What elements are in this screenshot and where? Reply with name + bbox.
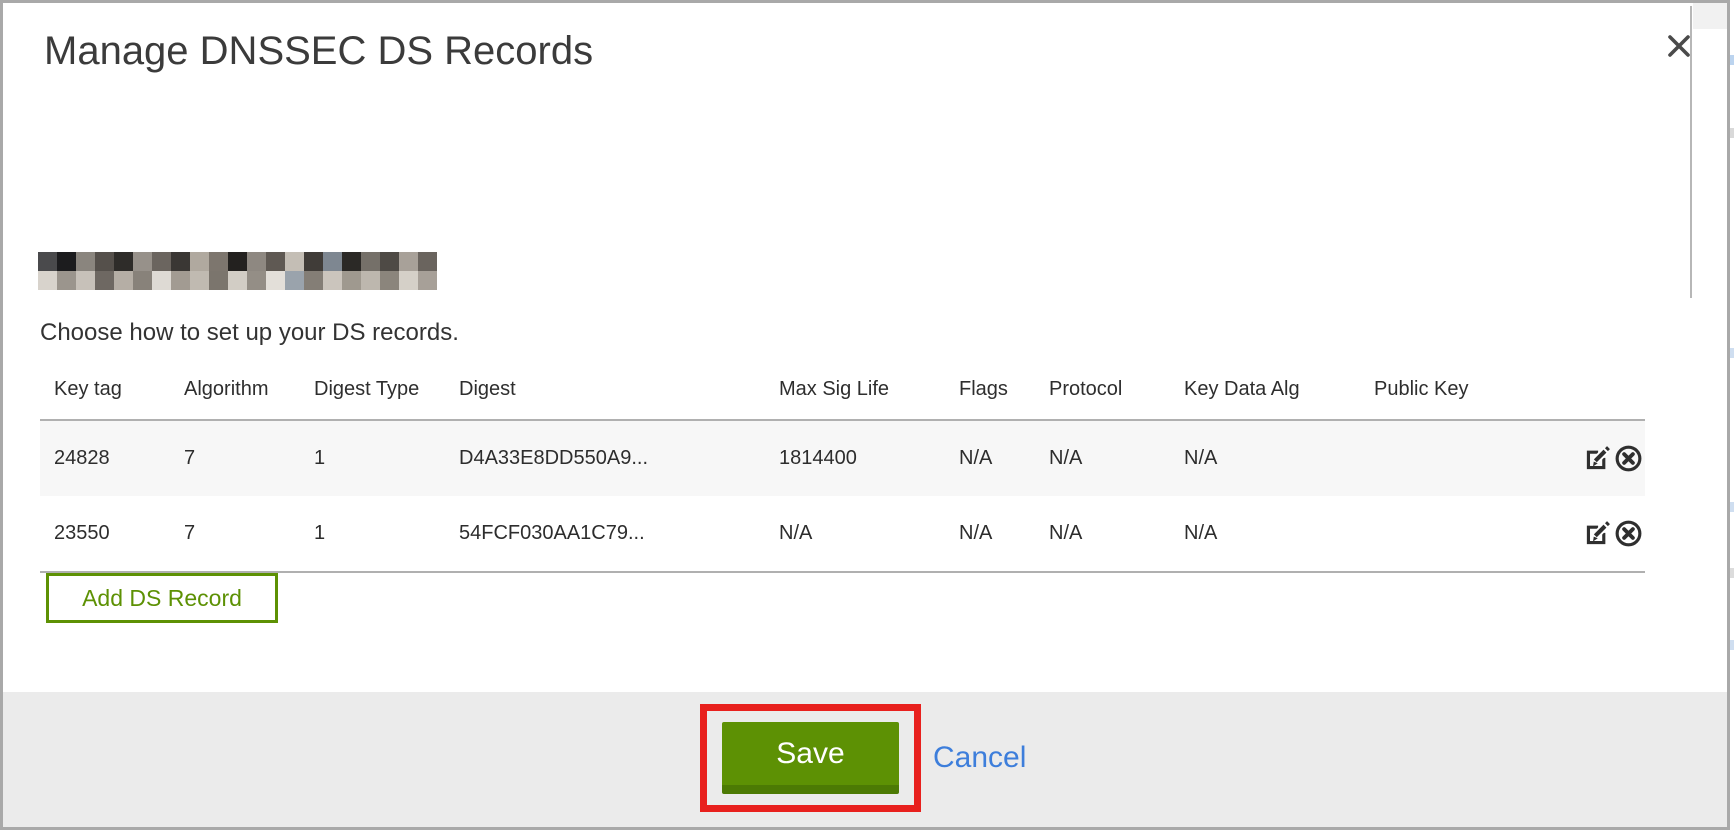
cell-key-tag: 23550 bbox=[40, 496, 170, 572]
table-row: 24828 7 1 D4A33E8DD550A9... 1814400 N/A … bbox=[40, 420, 1645, 496]
scrollbar-tick bbox=[1730, 568, 1734, 578]
background-scrollbar-cap bbox=[1693, 3, 1727, 29]
cell-protocol: N/A bbox=[1035, 496, 1170, 572]
col-header-flags: Flags bbox=[945, 372, 1035, 420]
cell-public-key bbox=[1360, 496, 1567, 572]
instruction-text: Choose how to set up your DS records. bbox=[40, 319, 459, 347]
cell-protocol: N/A bbox=[1035, 420, 1170, 496]
col-header-protocol: Protocol bbox=[1035, 372, 1170, 420]
cancel-link[interactable]: Cancel bbox=[933, 741, 1026, 775]
cell-public-key bbox=[1360, 420, 1567, 496]
cell-flags: N/A bbox=[945, 420, 1035, 496]
redacted-domain-name bbox=[38, 252, 437, 290]
dialog-footer: Save Cancel bbox=[3, 692, 1727, 827]
background-scrollbar-edge bbox=[1690, 6, 1692, 298]
cell-key-data-alg: N/A bbox=[1170, 496, 1360, 572]
delete-icon[interactable] bbox=[1614, 519, 1643, 548]
dnssec-dialog: Manage DNSSEC DS Records Choose how to s… bbox=[0, 0, 1730, 830]
cell-digest: D4A33E8DD550A9... bbox=[445, 420, 765, 496]
scrollbar-tick bbox=[1730, 502, 1734, 512]
col-header-max-sig-life: Max Sig Life bbox=[765, 372, 945, 420]
col-header-public-key: Public Key bbox=[1360, 372, 1567, 420]
scrollbar-tick bbox=[1730, 348, 1734, 358]
annotation-highlight-box: Save bbox=[700, 704, 921, 812]
add-ds-record-button[interactable]: Add DS Record bbox=[46, 573, 278, 623]
cell-key-tag: 24828 bbox=[40, 420, 170, 496]
edit-icon[interactable] bbox=[1583, 444, 1612, 473]
cell-digest: 54FCF030AA1C79... bbox=[445, 496, 765, 572]
col-header-digest: Digest bbox=[445, 372, 765, 420]
col-header-key-tag: Key tag bbox=[40, 372, 170, 420]
ds-records-table: Key tag Algorithm Digest Type Digest Max… bbox=[40, 372, 1645, 573]
cell-digest-type: 1 bbox=[300, 420, 445, 496]
cell-max-sig-life: N/A bbox=[765, 496, 945, 572]
cell-digest-type: 1 bbox=[300, 496, 445, 572]
cell-max-sig-life: 1814400 bbox=[765, 420, 945, 496]
table-row: 23550 7 1 54FCF030AA1C79... N/A N/A N/A … bbox=[40, 496, 1645, 572]
delete-icon[interactable] bbox=[1614, 444, 1643, 473]
cell-algorithm: 7 bbox=[170, 496, 300, 572]
scrollbar-tick bbox=[1730, 55, 1734, 65]
table-header-row: Key tag Algorithm Digest Type Digest Max… bbox=[40, 372, 1645, 420]
scrollbar-tick bbox=[1730, 128, 1734, 138]
save-button[interactable]: Save bbox=[722, 722, 899, 794]
cell-key-data-alg: N/A bbox=[1170, 420, 1360, 496]
dialog-title: Manage DNSSEC DS Records bbox=[44, 29, 593, 74]
cell-algorithm: 7 bbox=[170, 420, 300, 496]
edit-icon[interactable] bbox=[1583, 519, 1612, 548]
col-header-key-data-alg: Key Data Alg bbox=[1170, 372, 1360, 420]
col-header-actions bbox=[1567, 372, 1645, 420]
scrollbar-tick bbox=[1730, 640, 1734, 650]
col-header-digest-type: Digest Type bbox=[300, 372, 445, 420]
cell-flags: N/A bbox=[945, 496, 1035, 572]
col-header-algorithm: Algorithm bbox=[170, 372, 300, 420]
